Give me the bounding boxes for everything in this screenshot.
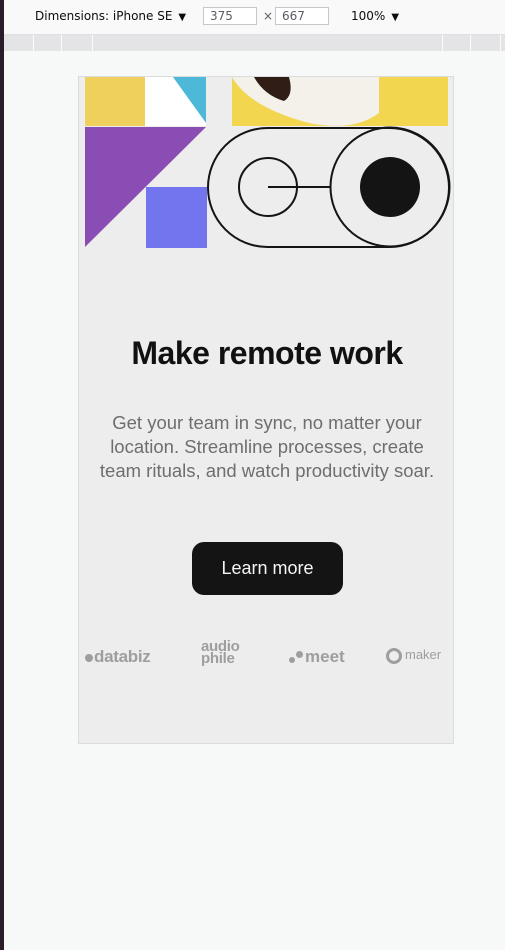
logo-maker: maker: [386, 647, 441, 664]
width-input[interactable]: 375: [203, 7, 257, 25]
learn-more-button[interactable]: Learn more: [192, 542, 343, 595]
times-symbol: ×: [263, 9, 274, 23]
media-query-ruler: [4, 35, 505, 51]
page-title: Make remote work: [131, 335, 403, 371]
client-logos: databiz audio phile meet maker: [79, 637, 453, 677]
logo-meet-text: meet: [305, 647, 345, 666]
page-description: Get your team in sync, no matter your lo…: [99, 412, 435, 481]
logo-maker-text: maker: [405, 647, 442, 662]
device-viewport: Make remote work Get your team in sync, …: [78, 76, 454, 744]
toggle-knob: [360, 157, 420, 217]
zoom-label: 100%: [351, 9, 386, 23]
yellow-square: [85, 77, 145, 126]
logo-databiz-text: databiz: [94, 647, 151, 666]
responsive-toolbar: Dimensions: iPhone SE ▼ 375 × 667 100% ▼: [4, 0, 505, 35]
chevron-down-icon: ▼: [391, 12, 400, 23]
logo-audiophile: audio phile: [201, 638, 240, 667]
chevron-down-icon: ▼: [178, 12, 187, 23]
device-selector[interactable]: Dimensions: iPhone SE ▼: [35, 9, 186, 23]
window-edge: [0, 0, 4, 950]
device-label: Dimensions: iPhone SE: [35, 9, 173, 23]
meet-dots-icon: [289, 650, 305, 665]
databiz-dot-icon: [85, 653, 93, 662]
logo-meet: meet: [289, 647, 345, 667]
logo-databiz: databiz: [85, 647, 151, 667]
height-input[interactable]: 667: [275, 7, 329, 25]
zoom-selector[interactable]: 100% ▼: [351, 9, 399, 23]
maker-swirl-icon: [386, 647, 402, 664]
hero-illustration: [85, 77, 451, 248]
blue-square: [146, 187, 207, 248]
